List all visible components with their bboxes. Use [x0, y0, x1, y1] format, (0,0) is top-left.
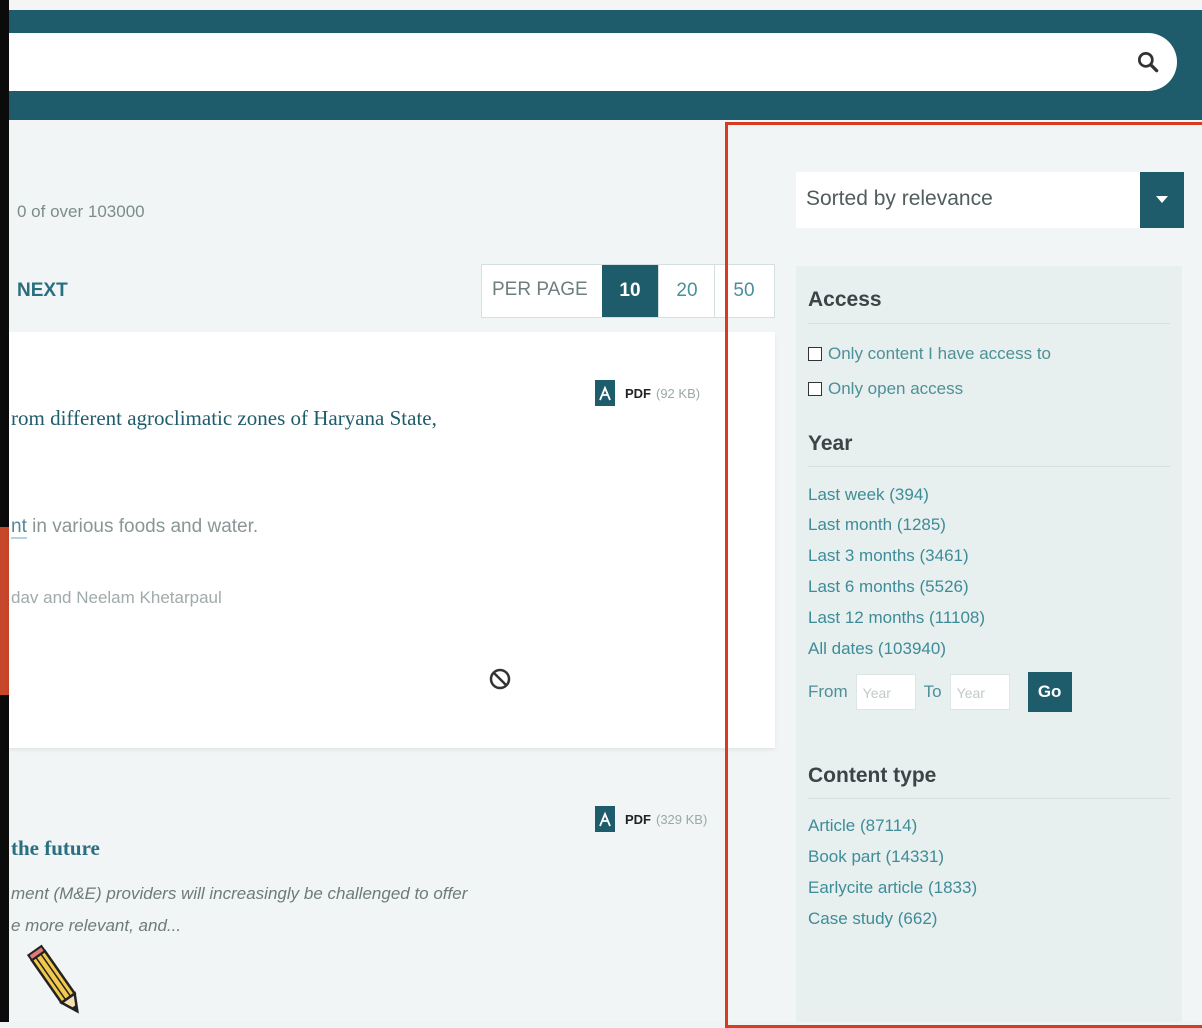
- result-snippet: nt in various foods and water.: [11, 516, 259, 539]
- per-page-20-button[interactable]: 20: [658, 265, 715, 317]
- pdf-download-link[interactable]: PDF (92 KB): [595, 380, 700, 406]
- pdf-label: PDF: [625, 811, 651, 827]
- to-label: To: [923, 682, 942, 701]
- result-authors: dav and Neelam Khetarpaul: [11, 588, 222, 607]
- snippet-line: e more relevant, and...: [11, 916, 182, 935]
- result-snippet: ment (M&E) providers will increasingly b…: [11, 878, 531, 942]
- next-page-link[interactable]: NEXT: [17, 280, 68, 302]
- checkbox[interactable]: [808, 347, 822, 361]
- year-filter-link[interactable]: Last 12 months (11108): [808, 608, 985, 628]
- search-icon[interactable]: [1135, 49, 1161, 75]
- sort-label: Sorted by relevance: [806, 187, 993, 210]
- checkbox-label: Only open access: [828, 379, 964, 398]
- year-filter-link[interactable]: All dates (103940): [808, 639, 946, 659]
- snippet-line: ment (M&E) providers will increasingly b…: [11, 884, 468, 903]
- sort-select[interactable]: Sorted by relevance: [796, 172, 1184, 228]
- access-option[interactable]: Only open access: [808, 379, 963, 399]
- divider: [808, 466, 1170, 467]
- no-access-icon: [489, 668, 511, 690]
- go-button[interactable]: Go: [1027, 672, 1072, 712]
- date-range-row: From Year To Year Go: [808, 672, 1072, 712]
- year-filter-link[interactable]: Last 3 months (3461): [808, 546, 969, 566]
- pdf-icon: [595, 380, 615, 406]
- content-type-link[interactable]: Case study (662): [808, 909, 937, 929]
- facet-heading-access: Access: [808, 288, 882, 311]
- checkbox-label: Only content I have access to: [828, 344, 1052, 363]
- divider: [808, 798, 1170, 799]
- per-page-10-button[interactable]: 10: [602, 265, 658, 317]
- year-filter-link[interactable]: Last month (1285): [808, 515, 946, 535]
- snippet-text: in various foods and water.: [26, 516, 259, 537]
- search-input[interactable]: [9, 33, 1177, 91]
- year-filter-link[interactable]: Last 6 months (5526): [808, 577, 969, 597]
- left-bezel: [0, 0, 9, 1022]
- site-header: [9, 0, 1202, 120]
- chevron-down-icon: [1156, 196, 1168, 203]
- sort-dropdown-button[interactable]: [1140, 172, 1184, 228]
- from-label: From: [808, 682, 848, 701]
- divider: [808, 323, 1170, 324]
- pdf-size: (92 KB): [656, 385, 701, 401]
- content-type-link[interactable]: Earlycite article (1833): [808, 878, 977, 898]
- content-type-link[interactable]: Article (87114): [808, 816, 917, 836]
- to-year-input[interactable]: Year: [949, 674, 1010, 710]
- per-page-label: PER PAGE: [492, 279, 588, 300]
- access-option[interactable]: Only content I have access to: [808, 344, 1051, 364]
- snippet-highlight: nt: [11, 516, 27, 539]
- pdf-download-link[interactable]: PDF (329 KB): [595, 806, 707, 832]
- year-filter-link[interactable]: Last week (394): [808, 485, 929, 505]
- facet-heading-year: Year: [808, 432, 853, 455]
- result-title[interactable]: rom different agroclimatic zones of Hary…: [11, 406, 437, 431]
- result-count: 0 of over 103000: [17, 202, 145, 221]
- result-title[interactable]: the future: [11, 836, 100, 861]
- facet-heading-content-type: Content type: [808, 764, 937, 787]
- left-edge-accent: [0, 527, 9, 695]
- from-year-input[interactable]: Year: [855, 674, 916, 710]
- header-top-strip: [9, 0, 1202, 10]
- pencil-icon: [26, 944, 79, 1014]
- pdf-size: (329 KB): [656, 811, 708, 827]
- checkbox[interactable]: [808, 382, 822, 396]
- pdf-icon: [595, 806, 615, 832]
- content-type-link[interactable]: Book part (14331): [808, 847, 944, 867]
- pdf-label: PDF: [625, 385, 651, 401]
